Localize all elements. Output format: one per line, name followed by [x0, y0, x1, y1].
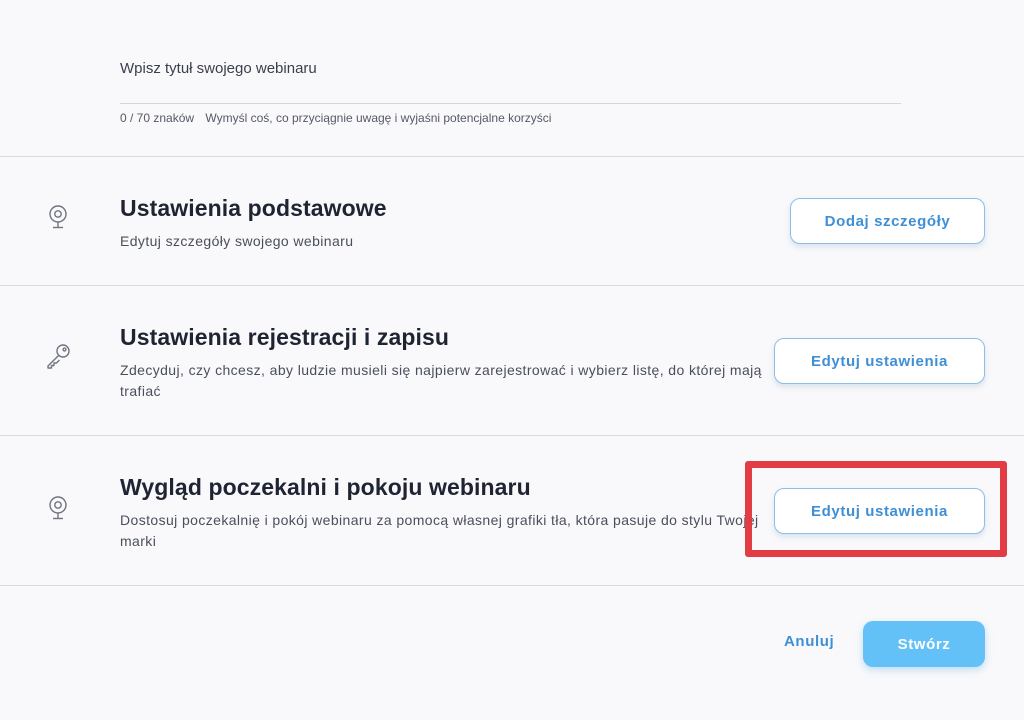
section-title: Ustawienia podstawowe	[120, 195, 387, 221]
section-description: Edytuj szczegóły swojego webinaru	[120, 233, 354, 249]
webcam-icon	[44, 203, 72, 231]
section-basic-settings: Ustawienia podstawowe Edytuj szczegóły s…	[0, 157, 1024, 285]
section-title: Ustawienia rejestracji i zapisu	[120, 324, 450, 350]
webinar-title-input[interactable]	[120, 30, 901, 104]
section-description: Zdecyduj, czy chcesz, aby ludzie musieli…	[120, 362, 762, 399]
key-icon	[44, 342, 72, 370]
section-title: Wygląd poczekalni i pokoju webinaru	[120, 474, 531, 500]
title-hint: Wymyśl coś, co przyciągnie uwagę i wyjaś…	[205, 111, 552, 125]
cancel-button[interactable]: Anuluj	[784, 633, 834, 650]
edit-registration-settings-button[interactable]: Edytuj ustawienia	[774, 338, 985, 384]
title-hint-row: 0 / 70 znaków Wymyśl coś, co przyciągnie…	[120, 111, 551, 125]
section-registration-settings: Ustawienia rejestracji i zapisu Zdecyduj…	[0, 286, 1024, 435]
webcam-icon	[44, 494, 72, 522]
create-button[interactable]: Stwórz	[863, 621, 985, 667]
edit-appearance-settings-button[interactable]: Edytuj ustawienia	[774, 488, 985, 534]
create-webinar-form: 0 / 70 znaków Wymyśl coś, co przyciągnie…	[0, 0, 1024, 720]
character-counter: 0 / 70 znaków	[120, 111, 195, 125]
section-waiting-room-appearance: Wygląd poczekalni i pokoju webinaru Dost…	[0, 436, 1024, 585]
add-details-button[interactable]: Dodaj szczegóły	[790, 198, 985, 244]
section-description: Dostosuj poczekalnię i pokój webinaru za…	[120, 512, 759, 549]
webinar-title-field-wrap	[120, 30, 901, 104]
divider	[0, 585, 1024, 586]
